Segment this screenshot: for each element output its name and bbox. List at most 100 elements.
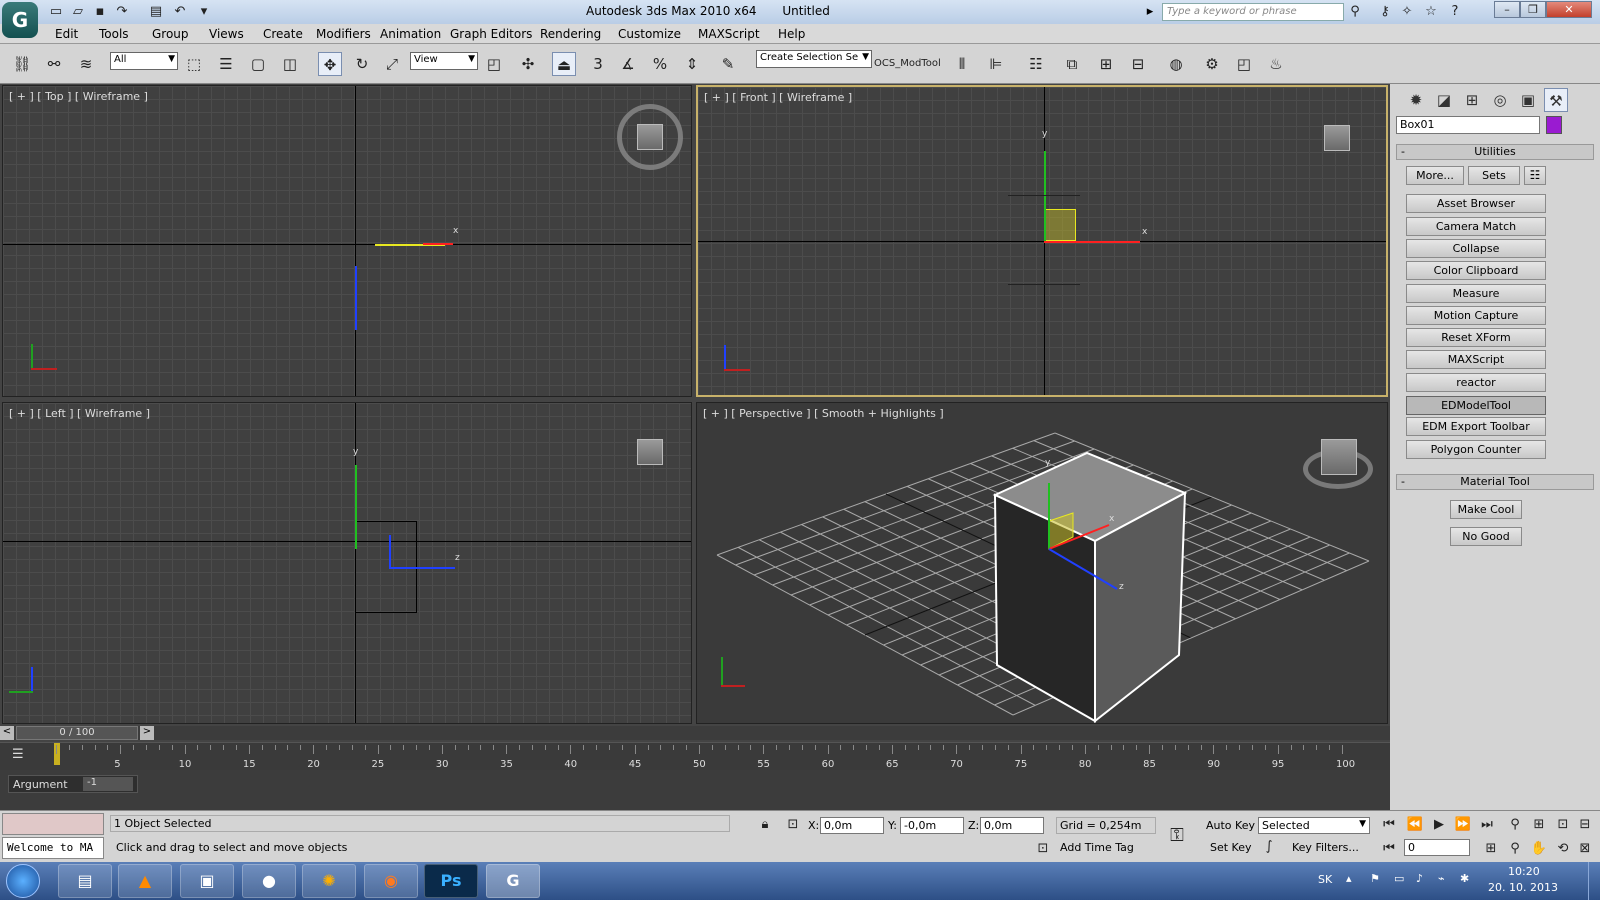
utilities-tab-icon[interactable]: ⚒	[1544, 88, 1568, 112]
viewcube[interactable]	[637, 124, 663, 150]
viewport-top[interactable]: [ + ] [ Top ] [ Wireframe ] x	[2, 85, 692, 397]
viewport-top-label[interactable]: [ + ] [ Top ] [ Wireframe ]	[9, 90, 148, 103]
x-coordinate-field[interactable]: 0,0m	[820, 817, 884, 834]
time-slider-track[interactable]: < 0 / 100 >	[0, 726, 1390, 740]
minimize-button[interactable]: –	[1494, 1, 1520, 18]
next-frame-arrow-icon[interactable]: >	[140, 726, 154, 740]
make-cool-button[interactable]: Make Cool	[1450, 500, 1522, 519]
gizmo-y-axis[interactable]	[355, 266, 357, 330]
zoom-extents-icon[interactable]: ⊡	[1554, 817, 1572, 832]
keyboard-shortcut-override-icon[interactable]: ⏏	[552, 52, 576, 76]
menu-animation[interactable]: Animation	[380, 27, 441, 41]
mirror-icon[interactable]: ⫴	[950, 52, 974, 76]
viewport-front[interactable]: [ + ] [ Front ] [ Wireframe ] y x	[696, 85, 1388, 397]
pan-view-icon[interactable]: ✋	[1530, 841, 1548, 856]
argument-spinner[interactable]: -1	[83, 777, 133, 791]
action-center-flag-icon[interactable]: ⚑	[1370, 872, 1380, 885]
render-setup-icon[interactable]: ⚙	[1200, 52, 1224, 76]
edmodeltool-button[interactable]: EDModelTool	[1406, 396, 1546, 415]
viewport-left[interactable]: [ + ] [ Left ] [ Wireframe ] y z	[2, 402, 692, 724]
layer-manager-icon[interactable]: ☷	[1024, 52, 1048, 76]
new-file-icon[interactable]: ▭	[48, 4, 64, 20]
viewcube[interactable]	[1324, 125, 1350, 151]
menu-help[interactable]: Help	[778, 27, 805, 41]
selection-filter-dropdown[interactable]: All ▼	[110, 52, 178, 70]
show-hidden-icons-icon[interactable]: ▴	[1346, 872, 1352, 885]
collapse-button[interactable]: Collapse	[1406, 239, 1546, 258]
next-frame-icon[interactable]: ⏩	[1454, 817, 1472, 832]
help-icon[interactable]: ?	[1446, 3, 1464, 21]
object-color-swatch[interactable]	[1546, 116, 1562, 134]
show-desktop-button[interactable]	[1588, 862, 1600, 900]
schematic-view-icon[interactable]: ⊟	[1126, 52, 1150, 76]
window-crossing-icon[interactable]: ◫	[278, 52, 302, 76]
material-tool-rollout-header[interactable]: - Material Tool	[1396, 474, 1594, 490]
restore-button[interactable]: ❐	[1520, 1, 1546, 18]
reset-xform-button[interactable]: Reset XForm	[1406, 328, 1546, 347]
network-icon[interactable]: ⌁	[1438, 872, 1445, 885]
select-object-icon[interactable]: ⬚	[182, 52, 206, 76]
key-tangent-icon[interactable]: ∫	[1260, 839, 1278, 854]
graphite-modeling-tools-icon[interactable]: ⧉	[1060, 52, 1084, 76]
menu-rendering[interactable]: Rendering	[540, 27, 601, 41]
select-and-link-icon[interactable]: ⛓	[10, 52, 34, 76]
align-icon[interactable]: ⊫	[984, 52, 1008, 76]
gizmo-y-axis[interactable]	[355, 465, 357, 549]
search-expand-icon[interactable]: ▸	[1142, 4, 1158, 20]
motion-capture-button[interactable]: Motion Capture	[1406, 306, 1546, 325]
viewport-left-label[interactable]: [ + ] [ Left ] [ Wireframe ]	[9, 407, 150, 420]
menu-maxscript[interactable]: MAXScript	[698, 27, 760, 41]
viewport-front-label[interactable]: [ + ] [ Front ] [ Wireframe ]	[704, 91, 852, 104]
menu-modifiers[interactable]: Modifiers	[316, 27, 371, 41]
language-indicator[interactable]: SK	[1318, 873, 1332, 886]
box-wireframe[interactable]	[1008, 195, 1080, 285]
current-frame-marker[interactable]	[54, 743, 60, 765]
subscription-key-icon[interactable]: ⚷	[1376, 3, 1394, 21]
menu-graph-editors[interactable]: Graph Editors	[450, 27, 532, 41]
material-editor-icon[interactable]: ◍	[1164, 52, 1188, 76]
asset-browser-button[interactable]: Asset Browser	[1406, 194, 1546, 213]
no-good-button[interactable]: No Good	[1450, 527, 1522, 546]
rectangular-selection-icon[interactable]: ▢	[246, 52, 270, 76]
orbit-icon[interactable]: ⟲	[1554, 841, 1572, 856]
create-tab-icon[interactable]: ✹	[1404, 88, 1428, 112]
percent-snap-icon[interactable]: %	[648, 52, 672, 76]
go-to-end-icon[interactable]: ⏭	[1478, 817, 1496, 832]
maximize-viewport-icon[interactable]: ⊠	[1576, 841, 1594, 856]
set-key-mode-icon[interactable]: ⚿	[1168, 825, 1186, 846]
utilities-rollout-header[interactable]: - Utilities	[1396, 144, 1594, 160]
vlc-icon[interactable]: ▲	[118, 864, 172, 898]
volume-icon[interactable]: ♪	[1416, 872, 1423, 885]
explorer-icon[interactable]: ▤	[58, 864, 112, 898]
hierarchy-tab-icon[interactable]: ⊞	[1460, 88, 1484, 112]
play-icon[interactable]: ▶	[1430, 817, 1448, 832]
reference-coordinate-dropdown[interactable]: View ▼	[410, 52, 478, 70]
menu-group[interactable]: Group	[152, 27, 189, 41]
mini-curve-editor-icon[interactable]: ☰	[12, 747, 30, 765]
pivot-center-icon[interactable]: ◰	[482, 52, 506, 76]
curve-editor-icon[interactable]: ⊞	[1094, 52, 1118, 76]
add-time-tag-icon[interactable]: ⊡	[1034, 841, 1052, 856]
panda-antivirus-icon[interactable]: ●	[242, 864, 296, 898]
computer-icon[interactable]: ▣	[180, 864, 234, 898]
save-icon[interactable]: ▪	[92, 4, 108, 20]
render-production-icon[interactable]: ♨	[1264, 52, 1288, 76]
y-coordinate-field[interactable]: -0,0m	[900, 817, 964, 834]
select-by-name-icon[interactable]: ☰	[214, 52, 238, 76]
menu-edit[interactable]: Edit	[55, 27, 78, 41]
modify-tab-icon[interactable]: ◪	[1432, 88, 1456, 112]
communication-center-icon[interactable]: ✧	[1398, 3, 1416, 21]
maxscript-listener-input[interactable]: Welcome to MA	[2, 837, 104, 859]
go-to-start-icon[interactable]: ⏮	[1380, 817, 1398, 832]
time-configuration-icon[interactable]: ⊞	[1482, 841, 1500, 856]
color-clipboard-button[interactable]: Color Clipboard	[1406, 261, 1546, 280]
zoom-icon[interactable]: ⚲	[1506, 817, 1524, 832]
select-and-manipulate-icon[interactable]: ✣	[516, 52, 540, 76]
menu-tools[interactable]: Tools	[99, 27, 129, 41]
menu-customize[interactable]: Customize	[618, 27, 681, 41]
close-button[interactable]: ✕	[1546, 1, 1592, 18]
unlink-selection-icon[interactable]: ⚯	[42, 52, 66, 76]
display-tab-icon[interactable]: ▣	[1516, 88, 1540, 112]
absolute-mode-transform-icon[interactable]: ⊡	[784, 817, 802, 832]
z-coordinate-field[interactable]: 0,0m	[980, 817, 1044, 834]
